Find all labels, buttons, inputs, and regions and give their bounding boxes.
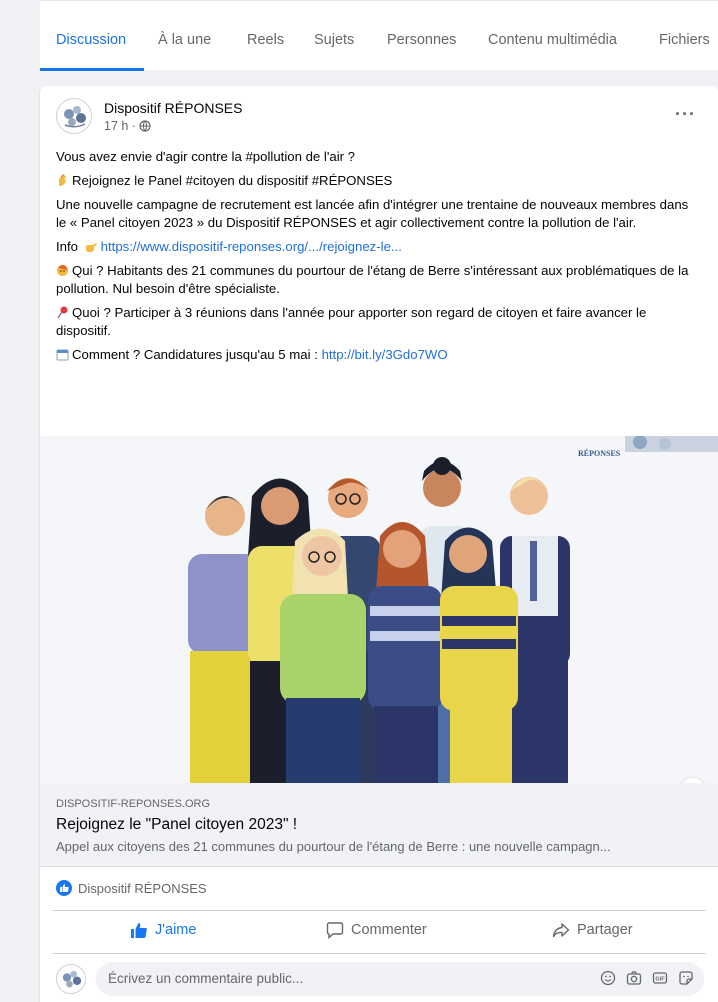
post-actions-bar: J'aime Commenter Partager: [52, 910, 706, 954]
tab-fichiers[interactable]: Fichiers: [659, 32, 710, 48]
post-line: Une nouvelle campagne de recrutement est…: [56, 197, 689, 230]
post-line: Vous avez envie d'agir contre la #pollut…: [56, 149, 356, 164]
pointing-hand-emoji-icon: [85, 243, 97, 252]
post-image[interactable]: RÉPONSES: [40, 436, 718, 783]
pinched-hand-emoji-icon: [59, 174, 66, 186]
group-tabs-bar: Discussion À la une Reels Sujets Personn…: [40, 0, 718, 71]
share-icon: [552, 923, 570, 938]
tab-discussion[interactable]: Discussion: [56, 32, 126, 48]
post-card: Dispositif RÉPONSES 17 h · ··· Vous avez…: [40, 86, 718, 1002]
post-time[interactable]: 17 h ·: [104, 119, 136, 133]
citizens-group-illustration: RÉPONSES: [40, 436, 718, 783]
application-link[interactable]: http://bit.ly/3Gdo7WO: [322, 347, 448, 362]
comment-tools: GIF: [600, 970, 694, 986]
active-tab-indicator: [40, 68, 144, 71]
reactions-label: Dispositif RÉPONSES: [78, 880, 207, 896]
post-line: Info https://www.dispositif-reponses.org…: [56, 239, 402, 254]
person-raising-hand-emoji-icon: [57, 265, 68, 276]
image-logo-text: RÉPONSES: [578, 448, 621, 458]
link-domain: DISPOSITIF-REPONSES.ORG: [56, 798, 211, 810]
reactions-summary[interactable]: Dispositif RÉPONSES: [56, 880, 207, 896]
camera-icon[interactable]: [626, 970, 642, 986]
pin-emoji-icon: [57, 306, 68, 319]
post-line: Quoi ? Participer à 3 réunions dans l'an…: [56, 305, 647, 338]
share-button[interactable]: Partager: [552, 921, 633, 939]
thumbs-up-icon: [131, 923, 147, 938]
tab-personnes[interactable]: Personnes: [387, 32, 456, 48]
like-button[interactable]: J'aime: [130, 921, 196, 939]
svg-text:GIF: GIF: [655, 977, 665, 983]
link-description: Appel aux citoyens des 21 communes du po…: [56, 839, 611, 854]
author-avatar[interactable]: [56, 98, 92, 134]
emoji-icon[interactable]: [600, 970, 616, 986]
post-text: Vous avez envie d'agir contre la #pollut…: [56, 148, 702, 370]
sticker-icon[interactable]: [678, 970, 694, 986]
post-meta: 17 h ·: [104, 119, 151, 133]
more-options-icon[interactable]: ···: [675, 104, 696, 125]
info-link[interactable]: https://www.dispositif-reponses.org/.../…: [101, 239, 402, 254]
tab-contenu-multimedia[interactable]: Contenu multimédia: [488, 32, 617, 48]
tab-reels[interactable]: Reels: [247, 32, 284, 48]
calendar-emoji-icon: [56, 349, 69, 361]
post-author-name[interactable]: Dispositif RÉPONSES: [104, 100, 242, 116]
globe-icon: [139, 120, 151, 132]
comment-input[interactable]: Écrivez un commentaire public... GIF: [96, 962, 704, 996]
post-line: Qui ? Habitants des 21 communes du pourt…: [56, 263, 689, 296]
link-title[interactable]: Rejoignez le "Panel citoyen 2023" !: [56, 816, 297, 834]
post-line: Comment ? Candidatures jusqu'au 5 mai : …: [56, 346, 702, 364]
tab-a-la-une[interactable]: À la une: [158, 32, 211, 48]
link-preview[interactable]: DISPOSITIF-REPONSES.ORG Rejoignez le "Pa…: [40, 783, 718, 867]
comment-icon: [326, 922, 344, 939]
comment-composer: Écrivez un commentaire public... GIF: [56, 962, 706, 996]
commenter-avatar[interactable]: [56, 964, 86, 994]
reponses-logo-icon: [57, 965, 85, 993]
like-reaction-icon: [56, 880, 72, 896]
gif-icon[interactable]: GIF: [652, 970, 668, 986]
post-line: Rejoignez le Panel #citoyen du dispositi…: [56, 172, 702, 190]
comment-button[interactable]: Commenter: [326, 921, 427, 939]
comment-placeholder: Écrivez un commentaire public...: [108, 971, 304, 986]
reponses-logo-icon: [58, 100, 91, 133]
tab-sujets[interactable]: Sujets: [314, 32, 354, 48]
